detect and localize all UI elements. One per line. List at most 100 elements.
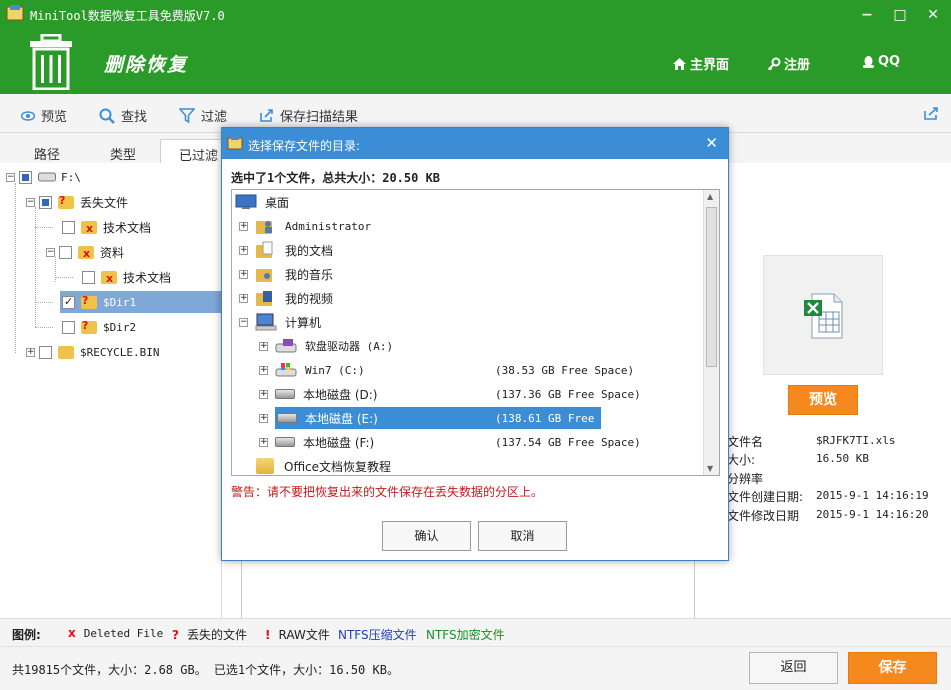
file-name-value: $RJFK7TI.xls xyxy=(816,434,896,447)
floppy-drive-icon xyxy=(275,339,297,353)
tree-row-recycle[interactable]: + $RECYCLE.BIN xyxy=(26,341,159,363)
expand-toggle[interactable]: + xyxy=(259,365,268,375)
dir-row-disk-e[interactable]: + 本地磁盘 (E:) (138.61 GB Free Space) xyxy=(259,406,641,430)
tree-row-dir2[interactable]: ? $Dir2 xyxy=(62,316,136,338)
tree-label: 资料 xyxy=(100,245,125,260)
preview-tool[interactable]: 预览 xyxy=(21,106,67,125)
file-size-value: 16.50 KB xyxy=(816,452,869,465)
checkbox[interactable] xyxy=(82,270,95,284)
save-scan-tool[interactable]: 保存扫描结果 xyxy=(259,106,358,125)
checkbox[interactable] xyxy=(62,295,75,309)
qq-penguin-icon xyxy=(863,55,874,68)
expand-toggle[interactable]: + xyxy=(239,245,248,255)
dir-row-floppy[interactable]: + 软盘驱动器 (A:) xyxy=(259,334,393,358)
dir-row-my-music[interactable]: + 我的音乐 xyxy=(239,262,333,286)
share-icon[interactable] xyxy=(923,106,939,121)
scroll-up-icon[interactable]: ▲ xyxy=(707,192,713,201)
folder-icon xyxy=(58,345,74,359)
expand-toggle[interactable]: + xyxy=(259,341,268,351)
dialog-app-icon xyxy=(227,136,243,150)
collapse-toggle[interactable]: − xyxy=(239,317,248,327)
qq-link[interactable]: QQ xyxy=(862,54,900,69)
preview-tool-label: 预览 xyxy=(41,110,68,125)
checkbox[interactable] xyxy=(19,170,32,184)
legend-lost-label: 丢失的文件 xyxy=(186,628,247,642)
tree-row-tech-docs-sub[interactable]: x 技术文档 xyxy=(82,266,171,288)
checkbox[interactable] xyxy=(62,220,75,234)
tab-path[interactable]: 路径 xyxy=(34,144,60,163)
scroll-thumb[interactable] xyxy=(706,207,717,367)
collapse-toggle[interactable]: − xyxy=(6,172,15,182)
dir-label: Administrator xyxy=(285,219,372,233)
expand-toggle[interactable]: + xyxy=(239,221,248,231)
expand-toggle[interactable]: + xyxy=(259,413,268,423)
desktop-icon xyxy=(235,194,257,209)
dialog-close-button[interactable]: ✕ xyxy=(705,134,718,152)
vertical-scrollbar[interactable]: ▲ ▼ xyxy=(703,190,719,475)
find-tool[interactable]: 查找 xyxy=(99,106,147,125)
dialog-title-bar: 选择保存文件的目录: ✕ xyxy=(222,128,728,159)
dir-label: 桌面 xyxy=(265,195,290,210)
dir-row-computer[interactable]: − 计算机 xyxy=(239,310,321,334)
collapse-toggle[interactable]: − xyxy=(26,197,35,207)
dialog-title: 选择保存文件的目录: xyxy=(248,139,361,153)
expand-toggle[interactable]: + xyxy=(26,347,35,357)
cancel-button[interactable]: 取消 xyxy=(478,521,567,551)
export-icon xyxy=(260,109,273,122)
dir-label: 我的视频 xyxy=(285,291,334,306)
trash-icon xyxy=(30,34,72,90)
legend-title: 图例: xyxy=(12,628,41,642)
collapse-toggle[interactable]: − xyxy=(46,247,55,257)
tab-type[interactable]: 类型 xyxy=(110,144,136,163)
scroll-down-icon[interactable]: ▼ xyxy=(707,464,713,473)
checkbox[interactable] xyxy=(39,345,52,359)
search-icon xyxy=(99,108,115,124)
dir-row-disk-d[interactable]: + 本地磁盘 (D:) (137.36 GB Free Space) xyxy=(259,382,699,406)
dir-label: 我的音乐 xyxy=(285,267,334,282)
file-size-label: 大小: xyxy=(727,453,756,467)
legend-deleted-label: Deleted File xyxy=(83,626,164,640)
hard-drive-icon xyxy=(275,389,295,399)
save-button[interactable]: 保存 xyxy=(848,652,937,684)
funnel-icon xyxy=(179,108,195,123)
back-button[interactable]: 返回 xyxy=(749,652,838,684)
dir-row-administrator[interactable]: + Administrator xyxy=(239,214,371,238)
deleted-folder-icon: x xyxy=(78,245,94,260)
maximize-button[interactable]: □ xyxy=(889,4,911,26)
tree-row-tech-docs[interactable]: x 技术文档 xyxy=(62,216,151,238)
checkbox[interactable] xyxy=(59,245,72,259)
dir-label: Win7 (C:) xyxy=(305,363,365,377)
dir-row-my-docs[interactable]: + 我的文档 xyxy=(239,238,333,262)
home-link[interactable]: 主界面 xyxy=(672,54,729,73)
checkbox[interactable] xyxy=(62,320,75,334)
preview-button[interactable]: 预览 xyxy=(788,385,858,415)
dir-row-win7[interactable]: + Win7 (C:) (38.53 GB Free Space) xyxy=(259,358,699,382)
app-title: MiniTool数据恢复工具免费版V7.0 xyxy=(30,9,225,23)
windows-drive-icon xyxy=(275,363,297,377)
expand-toggle[interactable]: + xyxy=(259,389,268,399)
eye-icon xyxy=(21,110,35,121)
dir-row-office[interactable]: Office文档恢复教程 xyxy=(256,454,391,475)
tree-row-dir1[interactable]: ? $Dir1 xyxy=(60,291,222,313)
tree-row-root[interactable]: − F:\ xyxy=(6,166,81,188)
dir-row-disk-f[interactable]: + 本地磁盘 (F:) (137.54 GB Free Space) xyxy=(259,430,699,454)
expand-toggle[interactable]: + xyxy=(239,269,248,279)
dir-row-my-video[interactable]: + 我的视频 xyxy=(239,286,333,310)
checkbox[interactable] xyxy=(39,195,52,209)
find-tool-label: 查找 xyxy=(121,110,148,125)
minimize-button[interactable]: − xyxy=(856,4,878,26)
filter-tool[interactable]: 过滤 xyxy=(179,106,227,125)
confirm-button[interactable]: 确认 xyxy=(382,521,471,551)
register-link[interactable]: 注册 xyxy=(767,54,810,73)
tree-row-lost-files[interactable]: − ? 丢失文件 xyxy=(26,191,128,213)
tab-filtered[interactable]: 已过滤 xyxy=(160,139,222,165)
tree-row-materials[interactable]: − x 资料 xyxy=(46,241,124,263)
tree-label: $RECYCLE.BIN xyxy=(80,345,160,359)
lost-mark-icon: ? xyxy=(172,627,179,642)
dir-row-desktop[interactable]: 桌面 xyxy=(235,190,289,214)
tree-label: $Dir1 xyxy=(103,295,137,309)
legend-ntfs-encrypted: NTFS加密文件 xyxy=(426,628,505,642)
close-window-button[interactable]: ✕ xyxy=(922,4,944,26)
expand-toggle[interactable]: + xyxy=(259,437,268,447)
expand-toggle[interactable]: + xyxy=(239,293,248,303)
